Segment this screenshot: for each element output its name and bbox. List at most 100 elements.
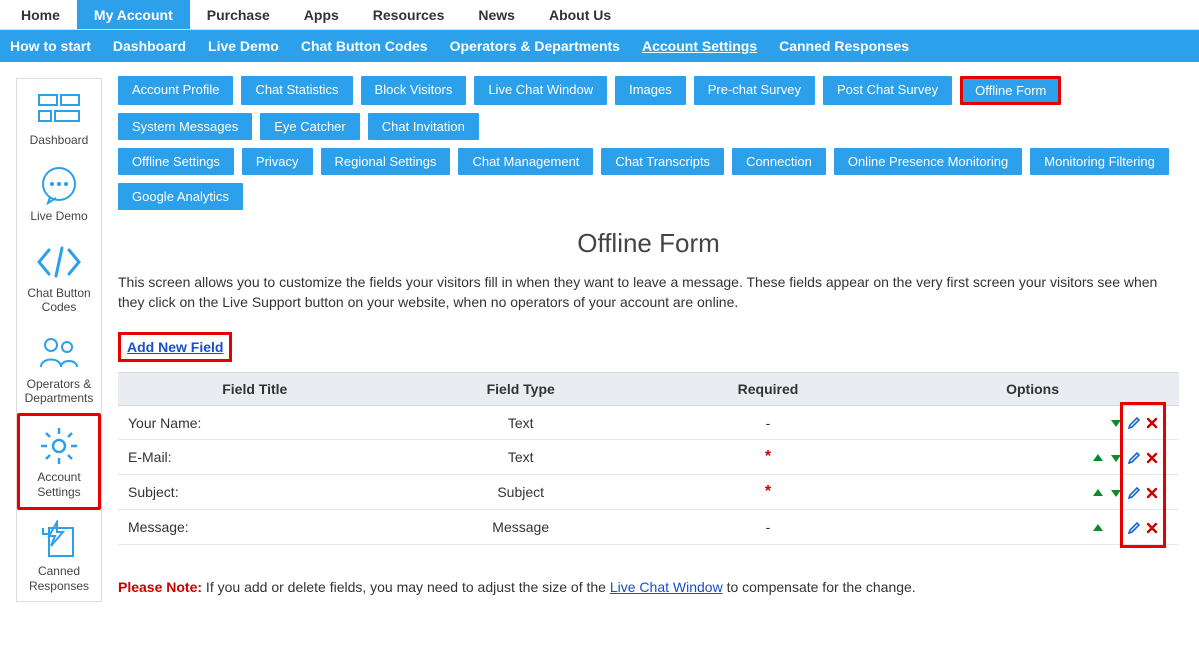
sidebar-item-label: Chat Button Codes (21, 286, 97, 315)
topnav-item-news[interactable]: News (461, 0, 532, 29)
move-down-icon[interactable] (1108, 485, 1124, 501)
subnav-item-chat-button-codes[interactable]: Chat Button Codes (301, 38, 428, 54)
content: Account Profile Chat Statistics Block Visi… (112, 62, 1199, 625)
tab-chat-transcripts[interactable]: Chat Transcripts (601, 148, 724, 175)
tab-pre-chat-survey[interactable]: Pre-chat Survey (694, 76, 815, 105)
spacer (1108, 520, 1124, 536)
delete-icon[interactable] (1144, 450, 1160, 466)
tab-chat-management[interactable]: Chat Management (458, 148, 593, 175)
table-row: Message:Message- (118, 510, 1179, 544)
subnav-item-how-to-start[interactable]: How to start (10, 38, 91, 54)
move-up-icon[interactable] (1090, 450, 1106, 466)
cell-field-title: Your Name: (118, 406, 392, 440)
tab-online-presence-monitoring[interactable]: Online Presence Monitoring (834, 148, 1022, 175)
cell-options (886, 440, 1179, 475)
tab-regional-settings[interactable]: Regional Settings (321, 148, 451, 175)
required-star-icon: * (765, 448, 771, 465)
fields-table: Field Title Field Type Required Options … (118, 372, 1179, 545)
tab-monitoring-filtering[interactable]: Monitoring Filtering (1030, 148, 1169, 175)
col-options: Options (886, 373, 1179, 406)
topnav-item-apps[interactable]: Apps (287, 0, 356, 29)
edit-icon[interactable] (1126, 415, 1142, 431)
table-row: Subject:Subject* (118, 475, 1179, 510)
cell-required: * (650, 440, 886, 475)
subnav-item-dashboard[interactable]: Dashboard (113, 38, 186, 54)
tab-offline-settings[interactable]: Offline Settings (118, 148, 234, 175)
topnav-item-purchase[interactable]: Purchase (190, 0, 287, 29)
cell-field-title: E-Mail: (118, 440, 392, 475)
page-lightning-icon (35, 520, 83, 560)
subnav-item-operators-departments[interactable]: Operators & Departments (450, 38, 620, 54)
col-required: Required (650, 373, 886, 406)
topnav-item-home[interactable]: Home (4, 0, 77, 29)
move-up-icon[interactable] (1090, 520, 1106, 536)
edit-icon[interactable] (1126, 485, 1142, 501)
page-intro: This screen allows you to customize the … (118, 273, 1179, 312)
topnav-item-resources[interactable]: Resources (356, 0, 462, 29)
tab-account-profile[interactable]: Account Profile (118, 76, 233, 105)
gear-icon (35, 426, 83, 466)
delete-icon[interactable] (1144, 485, 1160, 501)
tab-live-chat-window[interactable]: Live Chat Window (474, 76, 607, 105)
cell-field-type: Text (392, 406, 650, 440)
tab-connection[interactable]: Connection (732, 148, 826, 175)
sidebar-item-canned-responses[interactable]: Canned Responses (17, 510, 101, 601)
required-star-icon: * (765, 483, 771, 500)
sidebar-item-label: Account Settings (24, 470, 94, 499)
subnav-item-canned-responses[interactable]: Canned Responses (779, 38, 909, 54)
add-new-field-link[interactable]: Add New Field (118, 332, 232, 362)
top-nav: HomeMy AccountPurchaseAppsResourcesNewsA… (0, 0, 1199, 30)
cell-field-type: Text (392, 440, 650, 475)
cell-required: - (650, 510, 886, 544)
tab-google-analytics[interactable]: Google Analytics (118, 183, 243, 210)
tab-block-visitors[interactable]: Block Visitors (361, 76, 467, 105)
sidebar-item-label: Operators & Departments (21, 377, 97, 406)
live-chat-window-link[interactable]: Live Chat Window (610, 579, 723, 595)
sub-nav: How to start Dashboard Live Demo Chat Butto… (0, 30, 1199, 62)
move-down-icon[interactable] (1108, 415, 1124, 431)
table-row: Your Name:Text- (118, 406, 1179, 440)
delete-icon[interactable] (1144, 520, 1160, 536)
tab-system-messages[interactable]: System Messages (118, 113, 252, 140)
spacer (1090, 415, 1106, 431)
col-field-type: Field Type (392, 373, 650, 406)
subnav-item-live-demo[interactable]: Live Demo (208, 38, 279, 54)
note-suffix: to compensate for the change. (723, 579, 916, 595)
topnav-item-about-us[interactable]: About Us (532, 0, 628, 29)
page-title: Offline Form (118, 228, 1179, 259)
move-down-icon[interactable] (1108, 450, 1124, 466)
sidebar-item-operators-departments[interactable]: Operators & Departments (17, 323, 101, 414)
tab-chat-invitation[interactable]: Chat Invitation (368, 113, 479, 140)
sidebar: Dashboard Live Demo Chat Button Codes Op… (16, 78, 102, 602)
edit-icon[interactable] (1126, 450, 1142, 466)
move-up-icon[interactable] (1090, 485, 1106, 501)
please-note: Please Note: If you add or delete fields… (118, 579, 1179, 595)
tab-chat-statistics[interactable]: Chat Statistics (241, 76, 352, 105)
tab-eye-catcher[interactable]: Eye Catcher (260, 113, 360, 140)
cell-options (886, 510, 1179, 544)
col-field-title: Field Title (118, 373, 392, 406)
tab-images[interactable]: Images (615, 76, 686, 105)
topnav-item-my-account[interactable]: My Account (77, 0, 190, 29)
delete-icon[interactable] (1144, 415, 1160, 431)
tab-privacy[interactable]: Privacy (242, 148, 313, 175)
table-row: E-Mail:Text * (118, 440, 1179, 475)
note-prefix: If you add or delete fields, you may nee… (202, 579, 610, 595)
sidebar-item-label: Canned Responses (21, 564, 97, 593)
note-label: Please Note: (118, 579, 202, 595)
sidebar-item-live-demo[interactable]: Live Demo (17, 155, 101, 231)
cell-required: - (650, 406, 886, 440)
cell-field-type: Message (392, 510, 650, 544)
sidebar-item-dashboard[interactable]: Dashboard (17, 79, 101, 155)
cell-field-title: Message: (118, 510, 392, 544)
sidebar-item-account-settings[interactable]: Account Settings (17, 413, 101, 510)
sidebar-item-chat-button-codes[interactable]: Chat Button Codes (17, 232, 101, 323)
subnav-item-account-settings[interactable]: Account Settings (642, 38, 757, 54)
settings-tabs-row-2: Offline Settings Privacy Regional Settings… (118, 148, 1179, 210)
code-icon (35, 242, 83, 282)
cell-field-type: Subject (392, 475, 650, 510)
sidebar-item-label: Live Demo (30, 209, 87, 223)
tab-post-chat-survey[interactable]: Post Chat Survey (823, 76, 952, 105)
tab-offline-form[interactable]: Offline Form (960, 76, 1061, 105)
edit-icon[interactable] (1126, 520, 1142, 536)
